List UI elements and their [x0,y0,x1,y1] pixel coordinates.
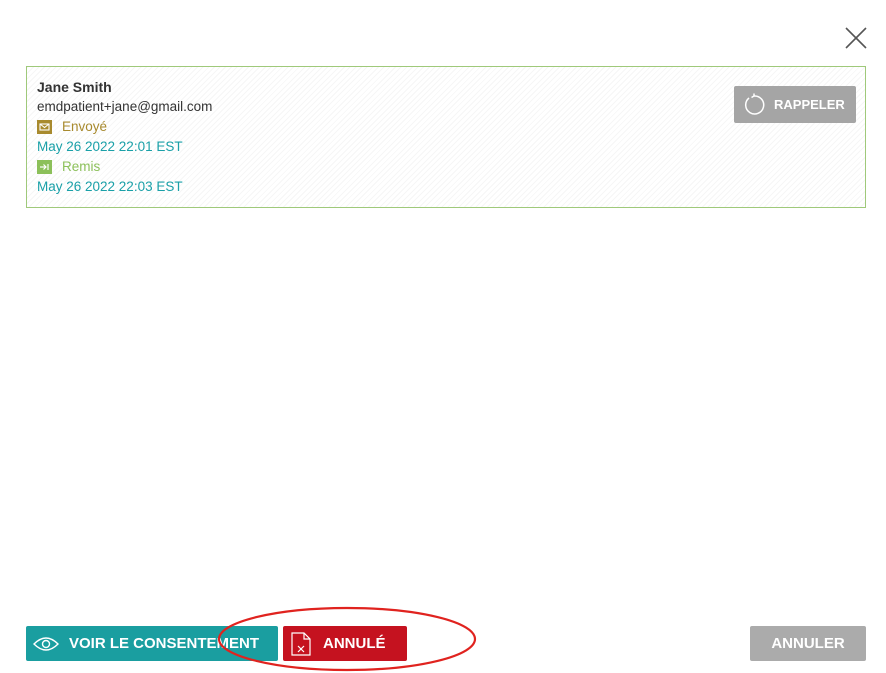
status-delivered-label: Remis [62,159,101,174]
cancelled-document-icon [291,631,311,656]
status-sent: Envoyé [37,119,107,134]
status-delivered: Remis [37,159,100,174]
recipient-card: Jane Smith emdpatient+jane@gmail.com Env… [26,66,866,208]
close-icon [845,27,867,49]
cancel-button[interactable]: ANNULER [750,626,866,661]
recall-icon [744,93,765,115]
cancelled-status-button[interactable]: ANNULÉ [283,626,407,661]
delivered-date: May 26 2022 22:03 EST [37,179,183,194]
recall-label: RAPPELER [774,97,845,112]
delivered-icon [37,159,52,174]
view-consent-button[interactable]: VOIR LE CONSENTEMENT [26,626,278,661]
cancel-label: ANNULER [771,635,845,652]
status-sent-label: Envoyé [62,119,108,134]
close-button[interactable] [843,25,869,51]
eye-icon [33,636,59,651]
view-consent-label: VOIR LE CONSENTEMENT [69,635,260,652]
recipient-email: emdpatient+jane@gmail.com [37,99,213,114]
recipient-name: Jane Smith [37,79,112,95]
envelope-icon [37,119,52,134]
cancelled-label: ANNULÉ [323,635,386,652]
sent-date: May 26 2022 22:01 EST [37,139,183,154]
recall-button[interactable]: RAPPELER [734,86,856,123]
